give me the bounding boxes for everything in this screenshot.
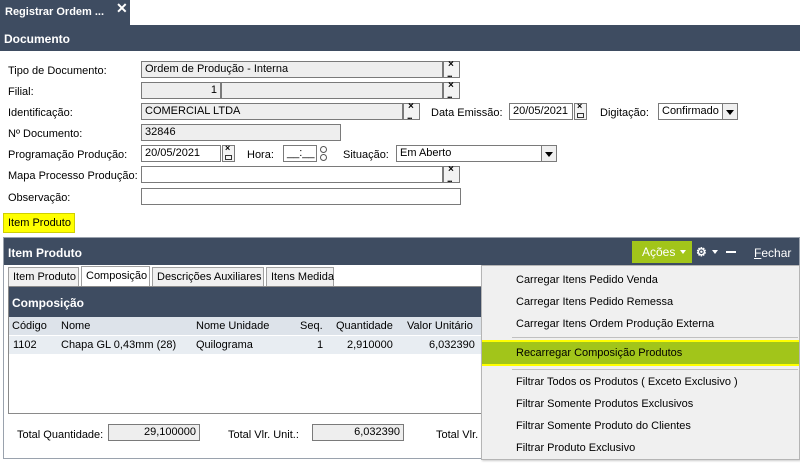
hora-spinner[interactable] bbox=[318, 145, 331, 162]
cell-valor: 6,032390 bbox=[429, 339, 475, 351]
observacao-field[interactable] bbox=[141, 188, 461, 205]
digitacao-label: Digitação: bbox=[600, 107, 649, 119]
identificacao-label: Identificação: bbox=[8, 107, 73, 119]
filial-name-field bbox=[221, 82, 443, 99]
cell-unidade: Quilograma bbox=[196, 339, 253, 351]
acoes-button[interactable]: Ações bbox=[632, 241, 692, 263]
tab-itens-medida[interactable]: Itens Medida bbox=[266, 267, 334, 286]
total-vlr-unit-field[interactable]: 6,032390 bbox=[312, 424, 404, 441]
hora-label: Hora: bbox=[247, 149, 274, 161]
menu-separator bbox=[512, 369, 798, 370]
mapa-processo-field[interactable] bbox=[141, 166, 443, 183]
numero-documento-label: Nº Documento: bbox=[8, 128, 83, 140]
menu-item-carregar-pedido-remessa[interactable]: Carregar Itens Pedido Remessa bbox=[482, 291, 799, 313]
tipo-documento-label: Tipo de Documento: bbox=[8, 65, 107, 77]
cell-quantidade: 2,910000 bbox=[347, 339, 393, 351]
menu-item-filtrar-produto-exclusivo[interactable]: Filtrar Produto Exclusivo bbox=[482, 437, 799, 459]
digitacao-value: Confirmado bbox=[662, 105, 719, 117]
menu-item-filtrar-clientes[interactable]: Filtrar Somente Produto do Clientes bbox=[482, 415, 799, 437]
programacao-producao-label: Programação Produção: bbox=[8, 149, 128, 161]
tipo-documento-field[interactable]: Ordem de Produção - Interna bbox=[141, 61, 443, 78]
observacao-label: Observação: bbox=[8, 192, 71, 204]
data-emissao-label: Data Emissão: bbox=[431, 107, 503, 119]
composicao-title: Composição bbox=[12, 296, 85, 310]
close-icon[interactable]: ✕ bbox=[116, 0, 128, 17]
item-produto-title: Item Produto bbox=[8, 246, 82, 260]
tab-composicao[interactable]: Composição bbox=[81, 266, 150, 286]
menu-item-filtrar-exclusivos[interactable]: Filtrar Somente Produtos Exclusivos bbox=[482, 393, 799, 415]
item-produto-section-label: Item Produto bbox=[8, 217, 71, 229]
identificacao-field[interactable]: COMERCIAL LTDA bbox=[141, 103, 403, 120]
composicao-grid-header: Código Nome Nome Unidade Seq. Quantidade… bbox=[9, 317, 485, 335]
item-produto-header: Item Produto Ações ⚙ Fechar bbox=[4, 238, 799, 265]
cell-codigo: 1102 bbox=[13, 339, 37, 351]
acoes-label: Ações bbox=[642, 245, 676, 259]
col-quantidade[interactable]: Quantidade bbox=[336, 320, 393, 332]
tab-strip: Registrar Ordem ... ✕ bbox=[0, 0, 800, 25]
composicao-box: Composição Código Nome Nome Unidade Seq.… bbox=[8, 286, 486, 414]
total-vlr-label: Total Vlr. bbox=[436, 429, 479, 441]
filial-label: Filial: bbox=[8, 86, 34, 98]
minimize-icon[interactable] bbox=[726, 251, 736, 253]
filial-lookup-button[interactable]: ×... bbox=[443, 80, 460, 100]
col-seq[interactable]: Seq. bbox=[300, 320, 323, 332]
data-emissao-calendar-icon[interactable]: × bbox=[574, 101, 587, 120]
total-quantidade-label: Total Quantidade: bbox=[17, 429, 104, 441]
composicao-header: Composição bbox=[9, 287, 485, 317]
menu-separator bbox=[512, 337, 798, 338]
digitacao-select[interactable]: Confirmado bbox=[658, 103, 738, 120]
situacao-value: Em Aberto bbox=[400, 147, 452, 159]
situacao-select[interactable]: Em Aberto bbox=[396, 145, 557, 162]
tipo-documento-lookup-button[interactable]: ×... bbox=[443, 59, 460, 79]
fechar-button[interactable]: Fechar bbox=[754, 246, 791, 260]
col-codigo[interactable]: Código bbox=[12, 320, 47, 332]
acoes-menu: Carregar Itens Pedido Venda Carregar Ite… bbox=[481, 265, 800, 460]
item-produto-section-tab[interactable]: Item Produto bbox=[3, 213, 75, 233]
chevron-down-icon[interactable] bbox=[712, 250, 718, 254]
identificacao-lookup-button[interactable]: ×... bbox=[403, 101, 420, 121]
menu-item-recarregar-composicao[interactable]: Recarregar Composição Produtos bbox=[482, 340, 799, 366]
total-quantidade-field[interactable]: 29,100000 bbox=[108, 424, 200, 441]
cell-nome: Chapa GL 0,43mm (28) bbox=[61, 339, 177, 351]
table-row[interactable]: 1102 Chapa GL 0,43mm (28) Quilograma 1 2… bbox=[9, 336, 485, 354]
total-vlr-unit-label: Total Vlr. Unit.: bbox=[228, 429, 299, 441]
totals-bar: Total Quantidade: 29,100000 Total Vlr. U… bbox=[4, 418, 484, 448]
hora-field[interactable]: __:__ bbox=[283, 145, 317, 162]
programacao-producao-field[interactable]: 20/05/2021 bbox=[141, 145, 221, 162]
col-nome-unidade[interactable]: Nome Unidade bbox=[196, 320, 269, 332]
programacao-calendar-icon[interactable]: × bbox=[222, 143, 235, 162]
filial-code-field[interactable]: 1 bbox=[141, 82, 221, 99]
gear-icon[interactable]: ⚙ bbox=[696, 245, 707, 259]
numero-documento-field[interactable]: 32846 bbox=[141, 124, 341, 141]
tab-item-produto[interactable]: Item Produto bbox=[8, 267, 79, 286]
chevron-down-icon bbox=[680, 250, 686, 254]
col-nome[interactable]: Nome bbox=[61, 320, 90, 332]
documento-header: Documento bbox=[0, 25, 800, 51]
chevron-down-icon[interactable] bbox=[722, 104, 737, 119]
document-tab-title: Registrar Ordem ... bbox=[5, 6, 105, 18]
mapa-processo-label: Mapa Processo Produção: bbox=[8, 170, 138, 182]
situacao-label: Situação: bbox=[343, 149, 389, 161]
cell-seq: 1 bbox=[317, 339, 324, 351]
tab-descricoes-auxiliares[interactable]: Descrições Auxiliares bbox=[152, 267, 264, 286]
documento-title: Documento bbox=[4, 32, 70, 46]
col-valor-unitario[interactable]: Valor Unitário bbox=[407, 320, 473, 332]
mapa-processo-lookup-button[interactable]: ×... bbox=[443, 164, 460, 184]
chevron-down-icon[interactable] bbox=[541, 146, 556, 161]
menu-item-filtrar-todos[interactable]: Filtrar Todos os Produtos ( Exceto Exclu… bbox=[482, 371, 799, 393]
document-tab[interactable]: Registrar Ordem ... bbox=[0, 0, 130, 25]
menu-item-carregar-ordem-externa[interactable]: Carregar Itens Ordem Produção Externa bbox=[482, 313, 799, 335]
documento-form: Tipo de Documento: Ordem de Produção - I… bbox=[0, 51, 800, 231]
menu-item-carregar-pedido-venda[interactable]: Carregar Itens Pedido Venda bbox=[482, 269, 799, 291]
data-emissao-field[interactable]: 20/05/2021 bbox=[509, 103, 573, 120]
